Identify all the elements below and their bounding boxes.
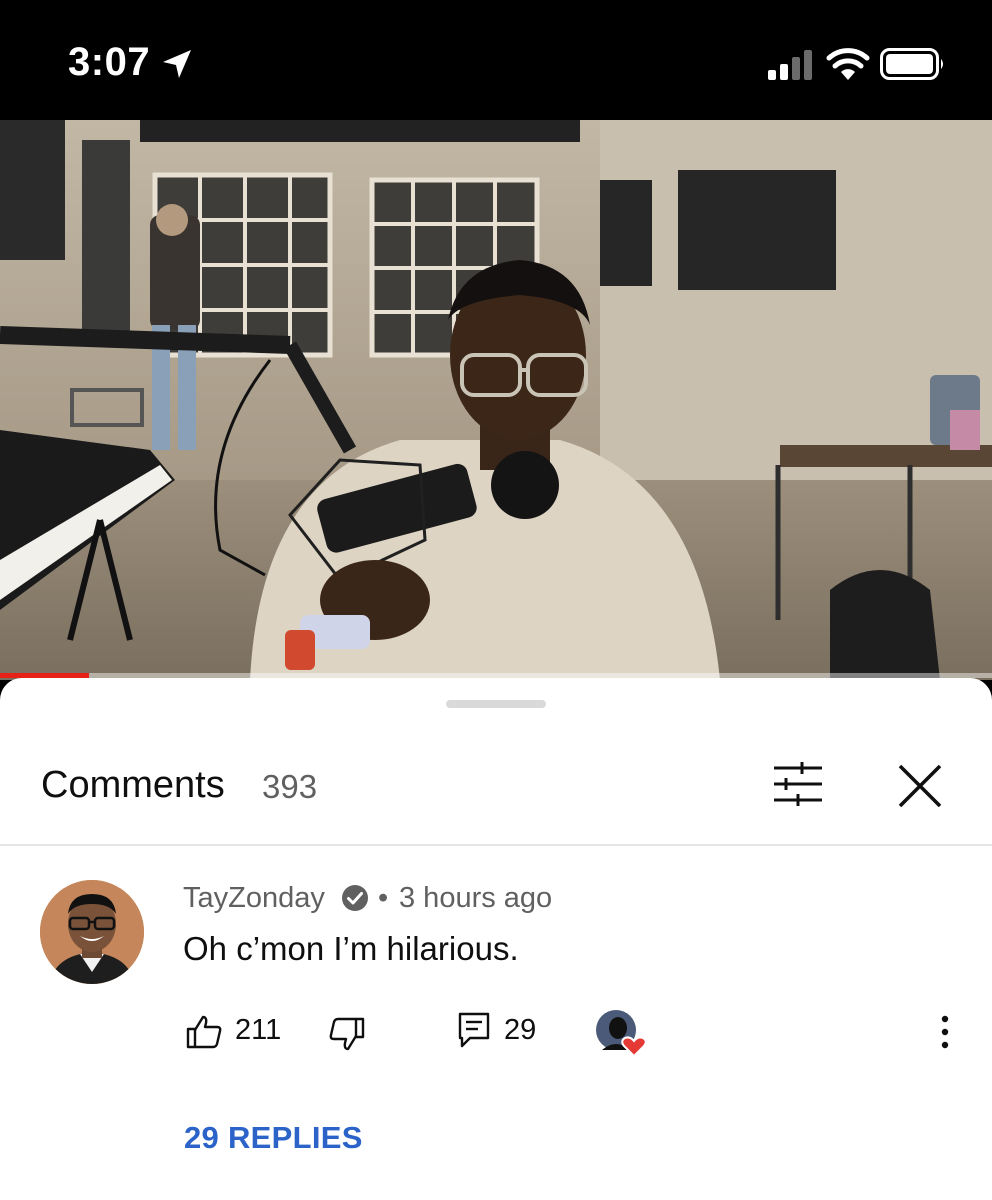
comments-title: Comments: [41, 764, 225, 806]
thumbs-down-icon[interactable]: [329, 1016, 365, 1052]
meta-separator: •: [378, 882, 389, 914]
cellular-signal-icon: [768, 50, 812, 80]
commenter-avatar[interactable]: [40, 880, 144, 984]
thumbs-up-icon[interactable]: [186, 1014, 222, 1050]
avatar-portrait: [40, 880, 144, 984]
battery-icon: [880, 48, 943, 80]
reply-comment-icon[interactable]: [458, 1012, 490, 1048]
comment-author[interactable]: TayZonday: [183, 882, 325, 915]
drag-handle[interactable]: [446, 700, 546, 708]
comment-timestamp: 3 hours ago: [399, 882, 553, 914]
location-arrow-icon: [163, 50, 191, 78]
sort-filter-icon[interactable]: [772, 762, 824, 806]
comment-text: Oh c’mon I’m hilarious.: [183, 930, 519, 967]
reply-count: 29: [504, 1014, 537, 1046]
verified-check-icon: [342, 885, 368, 911]
comments-sheet: Comments 393 TayZonday • 3 hours ago Oh …: [0, 678, 992, 1200]
video-frame: [0, 120, 992, 680]
comments-count: 393: [262, 768, 318, 805]
more-options-icon[interactable]: [932, 1014, 958, 1050]
view-replies-button[interactable]: 29 REPLIES: [184, 1120, 363, 1156]
video-player[interactable]: [0, 120, 992, 680]
wifi-icon: [826, 48, 870, 80]
close-icon[interactable]: [896, 762, 944, 810]
status-bar: 3:07: [0, 0, 992, 120]
status-time: 3:07: [68, 40, 151, 84]
header-divider: [0, 844, 992, 846]
like-count: 211: [235, 1014, 282, 1046]
creator-heart-icon: [596, 1010, 647, 1058]
